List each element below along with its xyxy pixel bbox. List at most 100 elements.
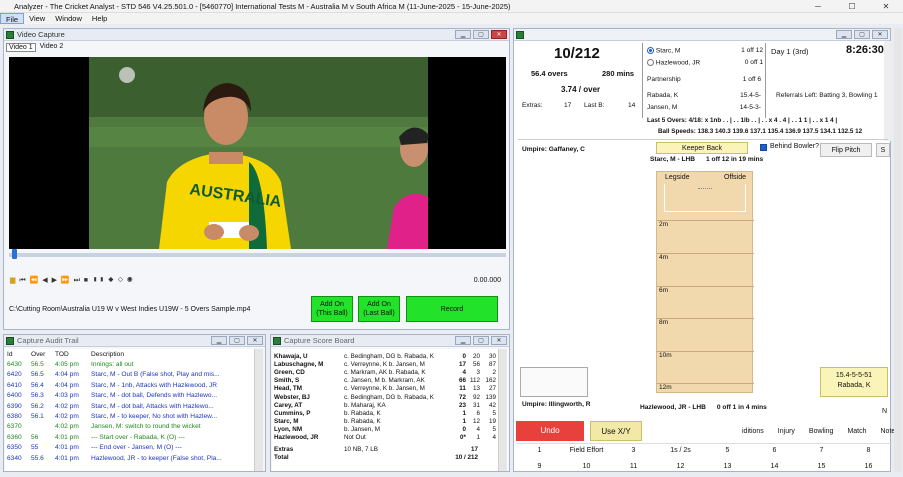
scoreboard-panel: Capture Score Board ▁ ▢ ✕ Khawaja, U c. Bed…: [270, 334, 510, 472]
playback-icons[interactable]: ⏮ ⏪ ◀ ▶ ⏩ ⏭ ■ ▮▮ ◆ ◇ ◉: [19, 277, 133, 284]
video-progress-handle[interactable]: [12, 249, 17, 259]
radio-icon[interactable]: [647, 59, 654, 66]
fielder-7-button[interactable]: 7: [798, 444, 845, 457]
scoreboard-row[interactable]: Webster, BJ c. Bedingham, DG b. Rabada, K…: [272, 393, 498, 401]
fielder-13-button[interactable]: 13: [704, 461, 751, 473]
audit-row[interactable]: 6430 56.5 4:05 pm Innings: all out: [5, 359, 255, 369]
audit-row[interactable]: 6370 4:02 pm Jansen, M: switch to round th…: [5, 422, 255, 432]
scoreboard-cell-name: Starc, M: [274, 418, 299, 426]
panel-min-button[interactable]: ▁: [836, 30, 852, 39]
panel-close-button[interactable]: ✕: [872, 30, 888, 39]
add-on-this-ball-button[interactable]: Add On (This Ball): [311, 296, 353, 322]
tab-conditions[interactable]: iditions: [742, 428, 764, 435]
panel-max-button[interactable]: ▢: [854, 30, 870, 39]
nonstriker-line: Hazlewood, JR - LHB 0 off 1 in 4 mins: [640, 404, 767, 411]
scoreboard-row[interactable]: Head, TM c. Verreynne, K b. Jansen, M 11 13…: [272, 385, 498, 393]
undo-button[interactable]: Undo: [516, 421, 584, 441]
maximize-button[interactable]: ☐: [835, 0, 869, 13]
fielder-12-button[interactable]: 12: [657, 461, 704, 473]
tab-video-1[interactable]: Video 1: [6, 43, 36, 52]
fielder-11-button[interactable]: 11: [610, 461, 657, 473]
menu-file[interactable]: File: [0, 13, 25, 24]
fielder-6-button[interactable]: 6: [751, 444, 798, 457]
minimize-button[interactable]: ─: [801, 0, 835, 13]
menu-help[interactable]: Help: [87, 13, 112, 24]
batter-row[interactable]: Hazlewood, JR 0 off 1: [647, 59, 763, 66]
fielder-8-button[interactable]: 8: [845, 444, 892, 457]
col-tod[interactable]: TOD: [53, 349, 89, 359]
audit-row[interactable]: 6410 56.4 4:04 pm Starc, M - 1nb, Attacks w…: [5, 380, 255, 390]
record-button[interactable]: Record: [406, 296, 498, 322]
tab-bowling[interactable]: Bowling: [809, 428, 834, 435]
pitch-map[interactable]: Legside Offside 2m 4m 6m 8m 10m 12m: [656, 171, 754, 393]
audit-cell-desc: --- Start over - Rabada, K (O) ---: [91, 433, 185, 441]
close-button[interactable]: ✕: [869, 0, 903, 13]
panel-max-button[interactable]: ▢: [473, 336, 489, 345]
fielder-16-button[interactable]: 16: [845, 461, 892, 473]
col-over[interactable]: Over: [29, 349, 53, 359]
panel-max-button[interactable]: ▢: [229, 336, 245, 345]
menu-window[interactable]: Window: [50, 13, 87, 24]
extras-value: 17: [470, 445, 478, 453]
menu-view[interactable]: View: [24, 13, 50, 24]
col-id[interactable]: Id: [5, 349, 29, 359]
tab-match[interactable]: Match: [847, 428, 866, 435]
scoreboard-row[interactable]: Labuschagne, M c. Verreynne, K b. Jansen,…: [272, 360, 498, 368]
video-progress-bar[interactable]: [9, 253, 506, 257]
keeper-back-button[interactable]: Keeper Back: [656, 142, 748, 154]
blank-box[interactable]: [520, 367, 588, 397]
panel-close-button[interactable]: ✕: [491, 30, 507, 39]
flip-pitch-button[interactable]: Flip Pitch: [820, 143, 872, 157]
folder-icon[interactable]: ▆: [10, 277, 16, 284]
ones-twos-button[interactable]: 1s / 2s: [657, 444, 704, 457]
scoreboard-row[interactable]: Carey, AT b. Maharaj, KA 23 31 42: [272, 401, 498, 409]
field-effort-button[interactable]: Field Effort: [563, 444, 610, 457]
scoreboard-row[interactable]: Starc, M b. Rabada, K 1 12 19: [272, 418, 498, 426]
add-on-last-ball-button[interactable]: Add On (Last Ball): [358, 296, 400, 322]
bowler-name: Jansen, M: [647, 104, 678, 111]
panel-min-button[interactable]: ▁: [455, 336, 471, 345]
scoreboard-scrollbar[interactable]: [498, 349, 507, 471]
batter-row[interactable]: Starc, M 1 off 12: [647, 47, 763, 54]
fielder-9-button[interactable]: 9: [516, 461, 563, 473]
video-frame[interactable]: AUSTRALIA: [9, 57, 506, 249]
audit-row[interactable]: 6350 55 4:01 pm --- End over - Jansen, M (O…: [5, 443, 255, 453]
scoreboard-row[interactable]: Smith, S c. Jansen, M b. Markram, AK 66 112…: [272, 377, 498, 385]
scoreboard-row[interactable]: Green, CD c. Markram, AK b. Rabada, K 4 3 2: [272, 368, 498, 376]
fielder-3-button[interactable]: 3: [610, 444, 657, 457]
audit-cell-id: 6380: [7, 413, 22, 421]
panel-max-button[interactable]: ▢: [473, 30, 489, 39]
scoreboard-row[interactable]: Khawaja, U c. Bedingham, DG b. Rabada, K 0…: [272, 352, 498, 360]
right-edge-scrollbar[interactable]: [894, 28, 902, 472]
audit-row[interactable]: 6390 56.2 4:02 pm Starc, M - dot ball, Atta…: [5, 401, 255, 411]
scoreboard-row[interactable]: Hazlewood, JR Not Out 0* 1 4: [272, 434, 498, 442]
audit-row[interactable]: 6360 56 4:01 pm --- Start over - Rabada, K …: [5, 432, 255, 442]
fielder-1-button[interactable]: 1: [516, 444, 563, 457]
pitch-mark-4m: 4m: [657, 253, 754, 261]
radio-selected-icon[interactable]: [647, 47, 654, 54]
scoreboard-row[interactable]: Lyon, NM b. Jansen, M 0 4 5: [272, 426, 498, 434]
col-description[interactable]: Description: [89, 349, 255, 359]
tab-video-2[interactable]: Video 2: [38, 43, 66, 52]
panel-min-button[interactable]: ▁: [211, 336, 227, 345]
panel-min-button[interactable]: ▁: [455, 30, 471, 39]
audit-row[interactable]: 6400 56.3 4:03 pm Starc, M - dot ball, Defe…: [5, 391, 255, 401]
use-xy-button[interactable]: Use X/Y: [590, 421, 642, 441]
audit-row[interactable]: 6420 56.5 4:04 pm Starc, M - Out B (False s…: [5, 370, 255, 380]
fielder-14-button[interactable]: 14: [751, 461, 798, 473]
audit-cell-desc: Hazlewood, JR - to keeper (False shot, P…: [91, 454, 222, 462]
scoreboard-cell-b: 13: [472, 385, 480, 393]
scoreboard-row[interactable]: Cummins, P b. Rabada, K 1 6 5: [272, 409, 498, 417]
behind-bowler-checkbox[interactable]: [760, 144, 767, 151]
fielder-5-button[interactable]: 5: [704, 444, 751, 457]
tab-injury[interactable]: Injury: [778, 428, 795, 435]
audit-scrollbar[interactable]: [254, 349, 263, 471]
right-scrollbar[interactable]: [884, 41, 891, 141]
fielder-15-button[interactable]: 15: [798, 461, 845, 473]
fielder-10-button[interactable]: 10: [563, 461, 610, 473]
panel-close-button[interactable]: ✕: [491, 336, 507, 345]
audit-row[interactable]: 6380 56.1 4:02 pm Starc, M - to keeper, No …: [5, 411, 255, 421]
panel-close-button[interactable]: ✕: [247, 336, 263, 345]
s-button[interactable]: S: [876, 143, 890, 157]
audit-row[interactable]: 6340 55.6 4:01 pm Hazlewood, JR - to keeper…: [5, 453, 255, 463]
